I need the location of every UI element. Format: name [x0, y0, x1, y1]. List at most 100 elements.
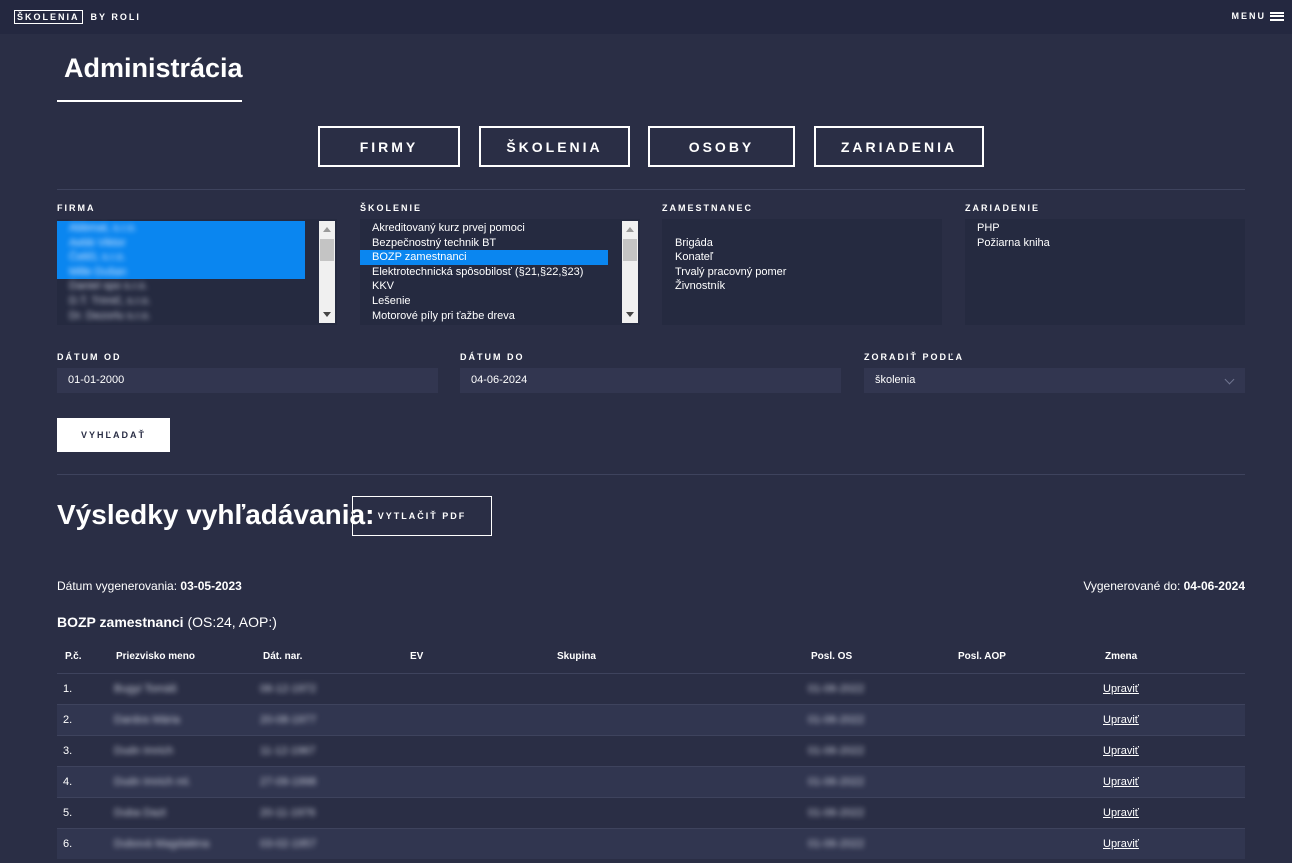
- list-item[interactable]: Trvalý pracovný pomer: [663, 265, 933, 280]
- list-item[interactable]: Brigáda: [663, 236, 933, 251]
- list-item[interactable]: Požiarna kniha: [965, 236, 1235, 251]
- scroll-thumb[interactable]: [320, 239, 334, 261]
- skolenie-listbox[interactable]: Akreditovaný kurz prvej pomoci Bezpečnos…: [360, 219, 640, 325]
- cell-dob: 11-12-1967: [260, 745, 316, 757]
- cell-posl-os: 01-06-2022: [808, 714, 865, 726]
- cell-name: Duba Dazt: [114, 807, 166, 819]
- cell-dob: 06-12-1972: [260, 683, 317, 695]
- edit-link[interactable]: Upraviť: [1103, 705, 1139, 735]
- cell-posl-os: 01-06-2022: [808, 807, 865, 819]
- nav-button-osoby[interactable]: OSOBY: [648, 126, 795, 167]
- cell-dob: 27-09-1998: [260, 776, 317, 788]
- column-header-skupina: Skupina: [557, 651, 596, 662]
- cell-dob: 20-08-1977: [260, 714, 317, 726]
- scroll-down-icon[interactable]: [626, 312, 634, 317]
- list-item[interactable]: [663, 221, 933, 236]
- list-item[interactable]: Lešenie: [360, 294, 608, 309]
- list-item[interactable]: Čeliči, s.r.o.: [57, 250, 305, 265]
- nav-button-zariadenia[interactable]: ZARIADENIA: [814, 126, 984, 167]
- datum-od-label: DÁTUM OD: [57, 352, 122, 362]
- cell-pc: 5.: [63, 807, 73, 819]
- list-item[interactable]: PHP: [965, 221, 1235, 236]
- edit-link[interactable]: Upraviť: [1103, 829, 1139, 859]
- brand-by: BY ROLI: [90, 12, 141, 22]
- list-item[interactable]: Konateľ: [663, 250, 933, 265]
- edit-link[interactable]: Upraviť: [1103, 736, 1139, 766]
- skolenie-label: ŠKOLENIE: [360, 203, 423, 213]
- cell-dob: 03-02-1957: [260, 838, 317, 850]
- datum-od-field[interactable]: 01-01-2000: [57, 368, 438, 393]
- nav-button-firmy[interactable]: FIRMY: [318, 126, 460, 167]
- cell-pc: 6.: [63, 838, 73, 850]
- generated-to-value: 04-06-2024: [1183, 579, 1245, 593]
- generated-to-label: Vygenerované do:: [1083, 579, 1184, 593]
- column-header-pc: P.č.: [65, 651, 82, 662]
- firma-label: FIRMA: [57, 203, 96, 213]
- zamestnanec-listbox[interactable]: Brigáda Konateľ Trvalý pracovný pomer Ži…: [662, 219, 942, 325]
- list-item[interactable]: Elektrotechnická spôsobilosť (§21,§22,§2…: [360, 265, 608, 280]
- cell-posl-os: 01-06-2022: [808, 838, 865, 850]
- zariadenie-label: ZARIADENIE: [965, 203, 1041, 213]
- list-item[interactable]: D.T. Trimič, s.r.o.: [57, 294, 305, 309]
- list-item-selected[interactable]: BOZP zamestnanci: [360, 250, 608, 265]
- column-header-zmena: Zmena: [1105, 651, 1138, 662]
- list-item[interactable]: Abbmat, s.r.o.: [57, 221, 305, 236]
- column-header-name: Priezvisko meno: [116, 651, 195, 662]
- zariadenie-listbox[interactable]: PHP Požiarna kniha: [965, 219, 1245, 325]
- edit-link[interactable]: Upraviť: [1103, 674, 1139, 704]
- cell-name: Dubová Magdaléna: [114, 838, 210, 850]
- search-button[interactable]: VYHĽADAŤ: [57, 418, 170, 452]
- list-item[interactable]: Akreditovaný kurz prvej pomoci: [360, 221, 608, 236]
- generated-date-value: 03-05-2023: [180, 579, 242, 593]
- generated-date-label: Dátum vygenerovania:: [57, 579, 181, 593]
- scrollbar[interactable]: [622, 221, 638, 323]
- nav-button-skolenia[interactable]: ŠKOLENIA: [479, 126, 630, 167]
- table-row: 4. Dudn Imrich ml. 27-09-1998 01-06-2022…: [57, 766, 1245, 797]
- divider: [57, 474, 1245, 475]
- print-pdf-button[interactable]: VYTLAČIŤ PDF: [352, 496, 492, 536]
- cell-pc: 2.: [63, 714, 73, 726]
- list-item[interactable]: Motorové píly pri ťažbe dreva: [360, 309, 608, 324]
- list-item[interactable]: Bezpečnostný technik BT: [360, 236, 608, 251]
- cell-posl-os: 01-06-2022: [808, 776, 865, 788]
- top-bar: ŠKOLENIA BY ROLI MENU: [0, 0, 1292, 34]
- generated-date: Dátum vygenerovania: 03-05-2023: [57, 579, 242, 593]
- section-name: BOZP zamestnanci: [57, 614, 184, 630]
- list-item[interactable]: KKV: [360, 279, 608, 294]
- cell-posl-os: 01-06-2022: [808, 745, 865, 757]
- results-title: Výsledky vyhľadávania:: [57, 499, 375, 530]
- scroll-up-icon[interactable]: [323, 227, 331, 232]
- edit-link[interactable]: Upraviť: [1103, 767, 1139, 797]
- scroll-thumb[interactable]: [623, 239, 637, 261]
- hamburger-icon: [1270, 11, 1284, 21]
- list-item[interactable]: Mille Dušan: [57, 264, 305, 280]
- scrollbar[interactable]: [319, 221, 335, 323]
- brand-logo[interactable]: ŠKOLENIA BY ROLI: [14, 10, 141, 24]
- page-title: Administrácia: [64, 53, 243, 83]
- column-header-posl-aop: Posl. AOP: [958, 651, 1006, 662]
- chevron-down-icon: [1224, 374, 1235, 385]
- list-item[interactable]: Daniel spo s.r.o.: [57, 279, 305, 294]
- menu-button[interactable]: MENU: [1232, 11, 1284, 21]
- edit-link[interactable]: Upraviť: [1103, 798, 1139, 828]
- list-item[interactable]: Živnostník: [663, 279, 933, 294]
- datum-do-label: DÁTUM DO: [460, 352, 525, 362]
- firma-listbox[interactable]: Abbmat, s.r.o. Aebb Viktor Čeliči, s.r.o…: [57, 219, 337, 325]
- scroll-down-icon[interactable]: [323, 312, 331, 317]
- cell-dob: 20-11-1976: [260, 807, 316, 819]
- datum-do-field[interactable]: 04-06-2024: [460, 368, 841, 393]
- cell-name: Dudn Imrich ml.: [114, 776, 192, 788]
- zamestnanec-label: ZAMESTNANEC: [662, 203, 753, 213]
- column-header-ev: EV: [410, 651, 424, 662]
- scroll-up-icon[interactable]: [626, 227, 634, 232]
- sort-select[interactable]: školenia: [864, 368, 1245, 393]
- title-underline: [57, 100, 242, 102]
- section-counts: (OS:24, AOP:): [187, 614, 277, 630]
- generated-to: Vygenerované do: 04-06-2024: [1083, 579, 1245, 593]
- table-row: 5. Duba Dazt 20-11-1976 01-06-2022 Uprav…: [57, 797, 1245, 828]
- list-item[interactable]: Aebb Viktor: [57, 235, 305, 251]
- column-header-dob: Dát. nar.: [263, 651, 303, 662]
- table-row: 3. Dudn Imrich 11-12-1967 01-06-2022 Upr…: [57, 735, 1245, 766]
- list-item[interactable]: Dr. Dezorlu s.r.o.: [57, 309, 305, 324]
- cell-name: Dudn Imrich: [114, 745, 174, 757]
